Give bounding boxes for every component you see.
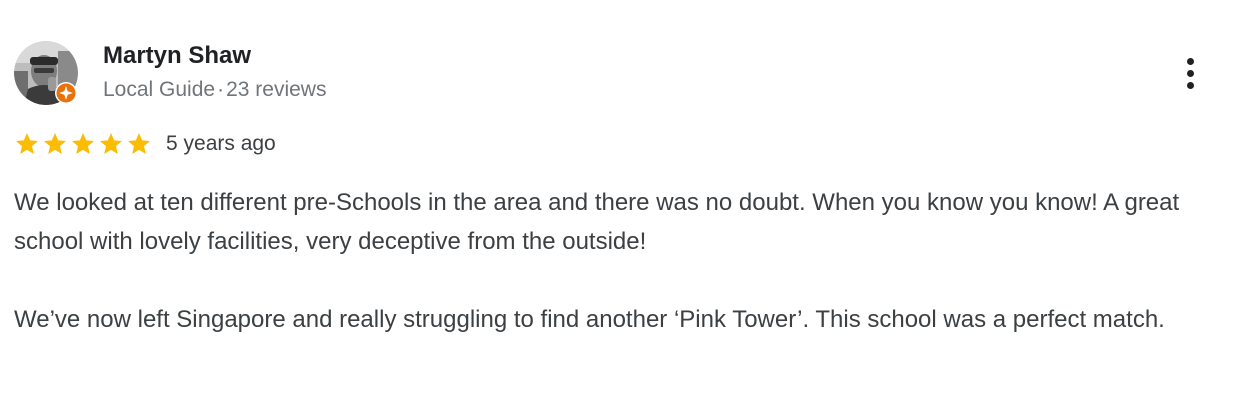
- local-guide-label: Local Guide: [103, 78, 216, 101]
- star-icon: [71, 132, 95, 154]
- review-paragraph-2: We’ve now left Singapore and really stru…: [14, 306, 1165, 333]
- review-text: We looked at ten different pre-Schools i…: [14, 183, 1239, 339]
- more-options-button[interactable]: [1170, 52, 1210, 94]
- avatar[interactable]: [14, 41, 78, 105]
- review-count[interactable]: 23 reviews: [226, 78, 326, 101]
- star-rating: [14, 131, 152, 157]
- star-icon: [127, 132, 151, 154]
- review-date: 5 years ago: [166, 132, 276, 155]
- reviewer-name[interactable]: Martyn Shaw: [103, 40, 251, 72]
- star-icon: [99, 132, 123, 154]
- local-guide-badge-icon: [55, 82, 77, 104]
- review-paragraph-1: We looked at ten different pre-Schools i…: [14, 189, 1180, 255]
- subline-separator: ·: [217, 78, 225, 101]
- review-card: Martyn Shaw Local Guide·23 reviews 5 yea…: [0, 0, 1254, 414]
- star-icon: [15, 132, 39, 154]
- star-icon: [43, 132, 67, 154]
- more-vert-icon: [1186, 57, 1194, 89]
- reviewer-subline: Local Guide·23 reviews: [103, 75, 326, 105]
